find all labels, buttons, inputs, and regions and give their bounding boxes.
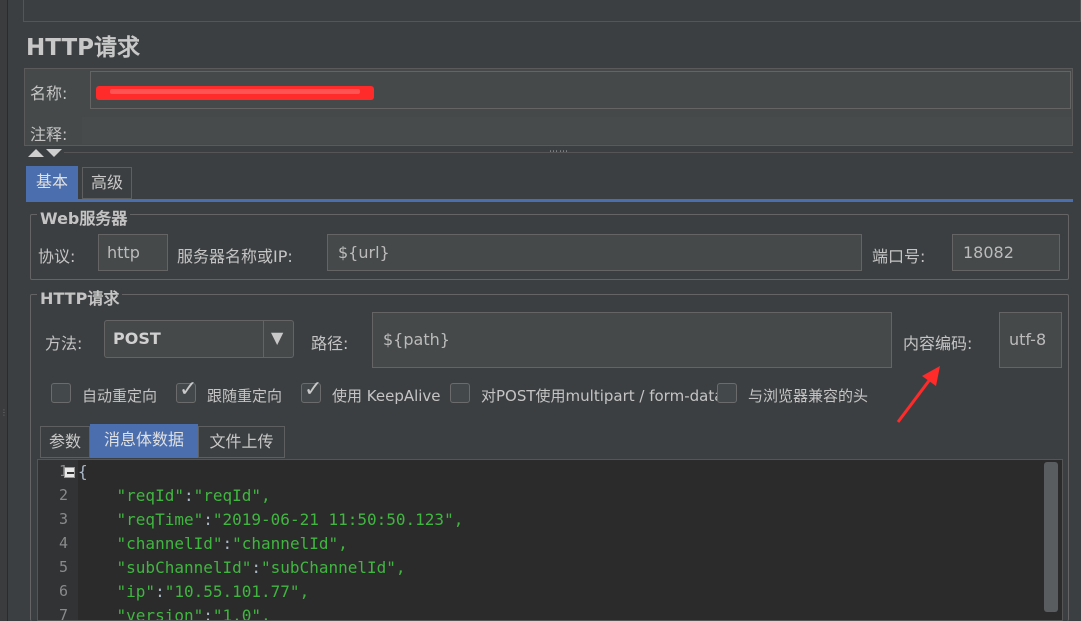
code-line: "subChannelId":"subChannelId", — [116, 558, 406, 577]
auto-redirect-label: 自动重定向 — [82, 387, 158, 405]
path-input[interactable]: ${path} — [372, 312, 892, 368]
browser-headers-checkbox[interactable] — [717, 383, 737, 403]
encoding-label: 内容编码: — [903, 334, 973, 353]
auto-redirect-checkbox[interactable] — [51, 383, 71, 403]
comment-field[interactable] — [82, 117, 1071, 144]
method-select[interactable]: POST ▼ — [104, 320, 294, 358]
protocol-label: 协议: — [38, 247, 76, 266]
splitter-line — [64, 152, 1073, 153]
keepalive-label: 使用 KeepAlive — [332, 387, 441, 405]
port-label: 端口号: — [872, 247, 926, 266]
keepalive-checkbox[interactable]: ✓ — [301, 378, 322, 403]
fold-toggle-icon[interactable] — [64, 467, 75, 478]
method-label: 方法: — [45, 334, 83, 353]
comment-label: 注释: — [30, 125, 68, 144]
multipart-label: 对POST使用multipart / form-data — [481, 387, 724, 405]
follow-redirect-checkbox[interactable]: ✓ — [176, 378, 197, 403]
path-label: 路径: — [311, 334, 349, 353]
server-input[interactable]: ${url} — [327, 234, 862, 271]
tab-body-data[interactable]: 消息体数据 — [90, 424, 198, 458]
checkmark-icon: ✓ — [179, 377, 198, 402]
line-number: 4 — [58, 534, 68, 552]
line-number-gutter: 1 2 3 4 5 6 7 — [38, 460, 78, 621]
redacted-scribble-inner — [110, 89, 360, 94]
multipart-checkbox[interactable] — [450, 383, 470, 403]
tab-advanced[interactable]: 高级 — [82, 167, 132, 199]
tab-file-upload[interactable]: 文件上传 — [198, 426, 285, 458]
http-request-title: HTTP请求 — [37, 285, 123, 309]
line-number: 3 — [58, 510, 68, 528]
line-number: 2 — [58, 486, 68, 504]
web-server-title: Web服务器 — [37, 205, 131, 229]
line-number: 5 — [58, 558, 68, 576]
port-input[interactable]: 18082 — [952, 234, 1060, 271]
method-value: POST — [113, 329, 161, 348]
line-number: 7 — [58, 606, 68, 621]
code-line: "reqTime":"2019-06-21 11:50:50.123", — [116, 510, 464, 529]
dropdown-arrow-icon[interactable]: ▼ — [271, 328, 283, 347]
name-label: 名称: — [30, 84, 68, 103]
protocol-input[interactable]: http — [98, 234, 168, 271]
collapse-up-icon[interactable] — [28, 149, 44, 157]
grip-dots-icon: ⋮ — [0, 408, 8, 417]
vertical-scrollbar[interactable] — [1044, 462, 1058, 612]
page-title: HTTP请求 — [26, 35, 141, 61]
annotation-arrow-icon — [896, 366, 940, 423]
collapse-down-icon[interactable] — [46, 149, 62, 157]
select-divider — [263, 321, 264, 357]
left-resize-strip[interactable] — [0, 0, 8, 621]
line-number: 6 — [58, 582, 68, 600]
tab-underline — [26, 199, 1073, 202]
code-line: "ip":"10.55.101.77", — [116, 582, 310, 601]
checkmark-icon: ✓ — [304, 377, 323, 402]
browser-headers-label: 与浏览器兼容的头 — [748, 387, 869, 405]
splitter[interactable]: ⋯⋯ — [24, 146, 1073, 160]
code-line: "version":"1.0", — [116, 606, 271, 621]
tab-parameters[interactable]: 参数 — [40, 426, 90, 458]
encoding-input[interactable]: utf-8 — [999, 312, 1062, 368]
top-frame — [23, 0, 1081, 22]
code-line: "channelId":"channelId", — [116, 534, 348, 553]
code-line: "reqId":"reqId", — [116, 486, 271, 505]
body-data-editor[interactable]: 1 2 3 4 5 6 7 { "reqId":"reqId", "reqTim… — [37, 459, 1063, 621]
tab-basic[interactable]: 基本 — [26, 166, 78, 199]
code-line: { — [78, 462, 88, 481]
server-label: 服务器名称或IP: — [177, 247, 293, 266]
follow-redirect-label: 跟随重定向 — [207, 387, 283, 405]
